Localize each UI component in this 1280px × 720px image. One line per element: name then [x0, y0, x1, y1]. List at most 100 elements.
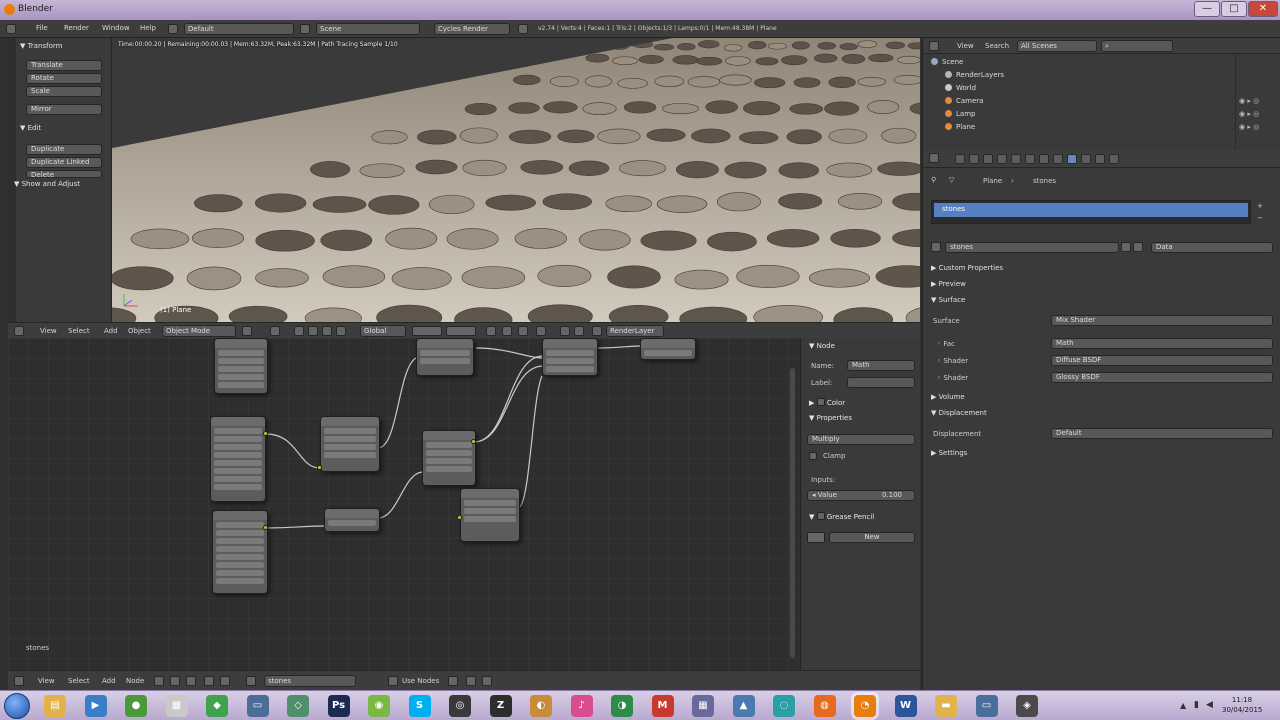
snap-element-icon[interactable] — [518, 326, 528, 336]
render-layer-select[interactable]: RenderLayer — [606, 325, 664, 337]
output-socket[interactable] — [263, 525, 268, 530]
material-datablock-field[interactable]: stones — [945, 242, 1119, 253]
menu-search[interactable]: Search — [985, 42, 1009, 50]
visibility-icon[interactable]: ◉ ▸ ◎ — [1239, 123, 1259, 131]
render-tab-icon[interactable] — [955, 154, 965, 164]
tray-arrow-icon[interactable]: ▲ — [1180, 701, 1186, 710]
compositing-nodes-icon[interactable] — [186, 676, 196, 686]
render-engine-select[interactable]: Cycles Render — [434, 23, 510, 35]
snap-icon[interactable] — [502, 326, 512, 336]
calculator-icon[interactable]: ▦ — [692, 695, 714, 717]
scale-button[interactable]: Scale — [26, 86, 102, 97]
duplicate-linked-button[interactable]: Duplicate Linked — [26, 157, 102, 168]
zbrush-icon[interactable]: Z — [489, 695, 512, 717]
physics-tab-icon[interactable] — [1109, 154, 1119, 164]
display-mode-select[interactable]: All Scenes — [1017, 40, 1097, 52]
photos-icon[interactable]: ◐ — [530, 695, 552, 717]
editor-type-icon[interactable] — [6, 24, 16, 34]
android-icon[interactable]: ◉ — [368, 695, 390, 717]
menu-view[interactable]: View — [38, 677, 55, 685]
start-button[interactable] — [4, 693, 30, 719]
translate-manipulator-icon[interactable] — [308, 326, 318, 336]
pivot-point-icon[interactable] — [270, 326, 280, 336]
remove-slot-button[interactable]: − — [1257, 214, 1263, 222]
firefox-icon[interactable]: ◍ — [813, 695, 836, 717]
constraints-tab-icon[interactable] — [1025, 154, 1035, 164]
screen-layout-icon[interactable] — [168, 24, 178, 34]
custom-properties-panel-header[interactable]: ▶ Custom Properties — [931, 264, 1003, 272]
snap-node-element-icon[interactable] — [482, 676, 492, 686]
link-data-select[interactable]: Data — [1151, 242, 1273, 253]
outliner-search-input[interactable]: ⌕ — [1101, 40, 1173, 52]
ball-icon[interactable]: ● — [125, 695, 147, 717]
render-preview-icon[interactable] — [536, 326, 546, 336]
editor-type-icon[interactable] — [14, 676, 24, 686]
word-icon[interactable]: W — [894, 695, 917, 717]
menu-view[interactable]: View — [957, 42, 974, 50]
history-panel-header[interactable]: ▼ Show and Adjust — [14, 180, 80, 188]
skype-icon[interactable]: S — [408, 695, 431, 717]
material-slot-item[interactable]: stones — [934, 203, 1248, 217]
node-label-field[interactable] — [847, 377, 915, 388]
snap-icon[interactable] — [466, 676, 476, 686]
visibility-icon[interactable]: ◉ ▸ ◎ — [1239, 110, 1259, 118]
input-socket[interactable] — [457, 515, 462, 520]
menu-render[interactable]: Render — [64, 24, 89, 32]
texture-node[interactable] — [210, 416, 266, 502]
rotate-manipulator-icon[interactable] — [322, 326, 332, 336]
minimize-button[interactable]: — — [1194, 1, 1220, 17]
render-layers-tab-icon[interactable] — [969, 154, 979, 164]
scene-icon[interactable] — [300, 24, 310, 34]
layers-icon[interactable] — [412, 326, 442, 336]
object-tab-icon[interactable] — [1011, 154, 1021, 164]
texture-node[interactable] — [212, 510, 268, 594]
math-node[interactable] — [422, 430, 476, 486]
manipulator-icon[interactable] — [294, 326, 304, 336]
converter-node[interactable] — [324, 508, 380, 532]
itunes-icon[interactable]: ♪ — [570, 695, 593, 717]
menu-add[interactable]: Add — [104, 327, 118, 335]
menu-help[interactable]: Help — [140, 24, 156, 32]
menu-add[interactable]: Add — [102, 677, 116, 685]
pin-icon[interactable]: ⚲ — [931, 176, 936, 184]
duplicate-button[interactable]: Duplicate — [26, 144, 102, 155]
editor-type-icon[interactable] — [929, 153, 939, 163]
menu-node[interactable]: Node — [126, 677, 144, 685]
store-icon[interactable]: ▦ — [165, 695, 188, 717]
delete-button[interactable]: Delete — [26, 170, 102, 178]
green-app-icon[interactable]: ◆ — [206, 695, 228, 717]
output-socket[interactable] — [471, 439, 476, 444]
opengl-render-icon[interactable] — [560, 326, 570, 336]
texture-nodes-icon[interactable] — [170, 676, 180, 686]
texture-node[interactable] — [214, 338, 268, 394]
data-tab-icon[interactable] — [1053, 154, 1063, 164]
outliner-item[interactable]: Scene — [931, 58, 963, 66]
rotate-button[interactable]: Rotate — [26, 73, 102, 84]
cd-icon[interactable]: ◑ — [611, 695, 633, 717]
world-shader-icon[interactable] — [220, 676, 230, 686]
material-browse-icon[interactable] — [931, 242, 941, 252]
math-operation-select[interactable]: Multiply — [807, 434, 915, 445]
folder-icon[interactable]: ▬ — [935, 695, 957, 717]
menu-select[interactable]: Select — [68, 677, 90, 685]
outliner-item[interactable]: Lamp — [945, 110, 975, 118]
node-panel-header[interactable]: ▼ Node — [809, 342, 835, 350]
media-icon[interactable]: ▶ — [84, 695, 107, 717]
translate-button[interactable]: Translate — [26, 60, 102, 71]
clamp-checkbox[interactable] — [809, 452, 817, 460]
bump-node[interactable] — [460, 488, 520, 542]
network-tray-icon[interactable]: ▮ — [1194, 700, 1199, 710]
node-editor[interactable]: stones — [8, 338, 798, 670]
editor-type-icon[interactable] — [929, 41, 939, 51]
particles-tab-icon[interactable] — [1095, 154, 1105, 164]
mix-rgb-node[interactable] — [320, 416, 380, 472]
menu-window[interactable]: Window — [102, 24, 130, 32]
network-icon[interactable]: ◈ — [1016, 695, 1038, 717]
editor-type-icon[interactable] — [14, 326, 24, 336]
shader2-select[interactable]: Glossy BSDF — [1051, 372, 1273, 383]
menu-view[interactable]: View — [40, 327, 57, 335]
surface-shader-select[interactable]: Mix Shader — [1051, 315, 1273, 326]
interaction-mode-select[interactable]: Object Mode — [162, 325, 236, 337]
displacement-select[interactable]: Default — [1051, 428, 1273, 439]
bsdf-node[interactable] — [416, 338, 474, 376]
